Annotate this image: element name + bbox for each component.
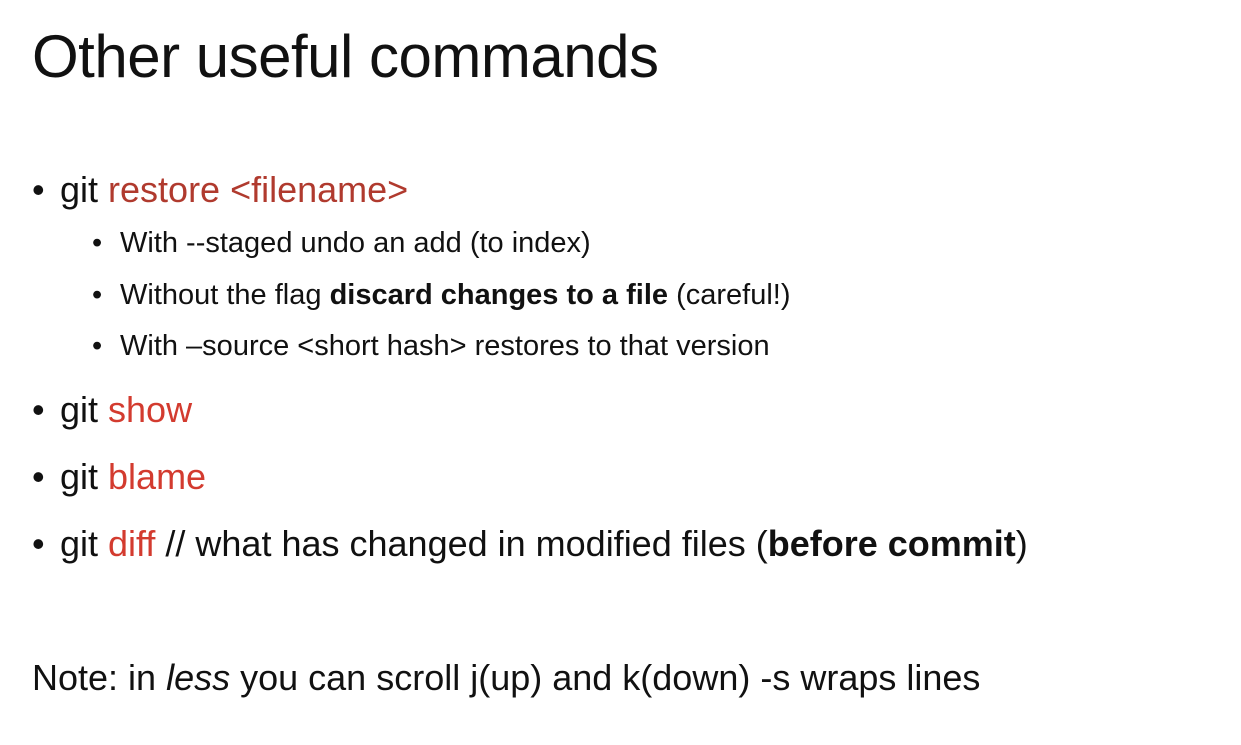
subitem-source: • With –source <short hash> restores to t… xyxy=(92,332,770,361)
command-description-bold: before commit xyxy=(767,523,1016,564)
bullet-icon: • xyxy=(32,169,45,210)
note-after: you can scroll j(up) and k(down) -s wrap… xyxy=(230,657,981,698)
bullet-icon: • xyxy=(92,330,103,362)
command-prefix: git xyxy=(60,169,109,210)
bullet-icon: • xyxy=(92,279,103,311)
command-prefix: git xyxy=(60,389,109,430)
subitem-discard: • Without the flag discard changes to a f… xyxy=(92,281,791,310)
bullet-item-diff: • git diff // what has changed in modifie… xyxy=(32,526,1028,562)
command-description-close: ) xyxy=(1015,523,1028,564)
bullet-item-restore: • git restore <filename> xyxy=(32,172,408,208)
note: Note: in less you can scroll j(up) and k… xyxy=(32,660,980,696)
command-prefix: git xyxy=(60,523,109,564)
command-name: show xyxy=(108,389,193,430)
note-italic: less xyxy=(166,657,231,698)
bullet-item-blame: • git blame xyxy=(32,459,206,495)
command-name: restore <filename> xyxy=(108,169,409,210)
subitem-text: With –source <short hash> restores to th… xyxy=(120,330,770,362)
subitem-text-before: Without the flag xyxy=(120,279,330,311)
note-before: Note: in xyxy=(32,657,167,698)
bullet-icon: • xyxy=(32,523,45,564)
subitem-text: With --staged undo an add (to index) xyxy=(120,227,591,259)
bullet-item-show: • git show xyxy=(32,392,192,428)
bullet-icon: • xyxy=(92,227,103,259)
command-prefix: git xyxy=(60,456,109,497)
subitem-text-bold: discard changes to a file xyxy=(329,279,669,311)
command-name: blame xyxy=(108,456,207,497)
subitem-staged: • With --staged undo an add (to index) xyxy=(92,229,591,258)
slide-title: Other useful commands xyxy=(32,23,659,90)
bullet-icon: • xyxy=(32,456,45,497)
subitem-text-after: (careful!) xyxy=(668,279,791,311)
bullet-icon: • xyxy=(32,389,45,430)
slide: Other useful commands • git restore <file… xyxy=(0,0,1241,745)
command-description: // what has changed in modified files ( xyxy=(155,523,768,564)
command-name: diff xyxy=(108,523,156,564)
